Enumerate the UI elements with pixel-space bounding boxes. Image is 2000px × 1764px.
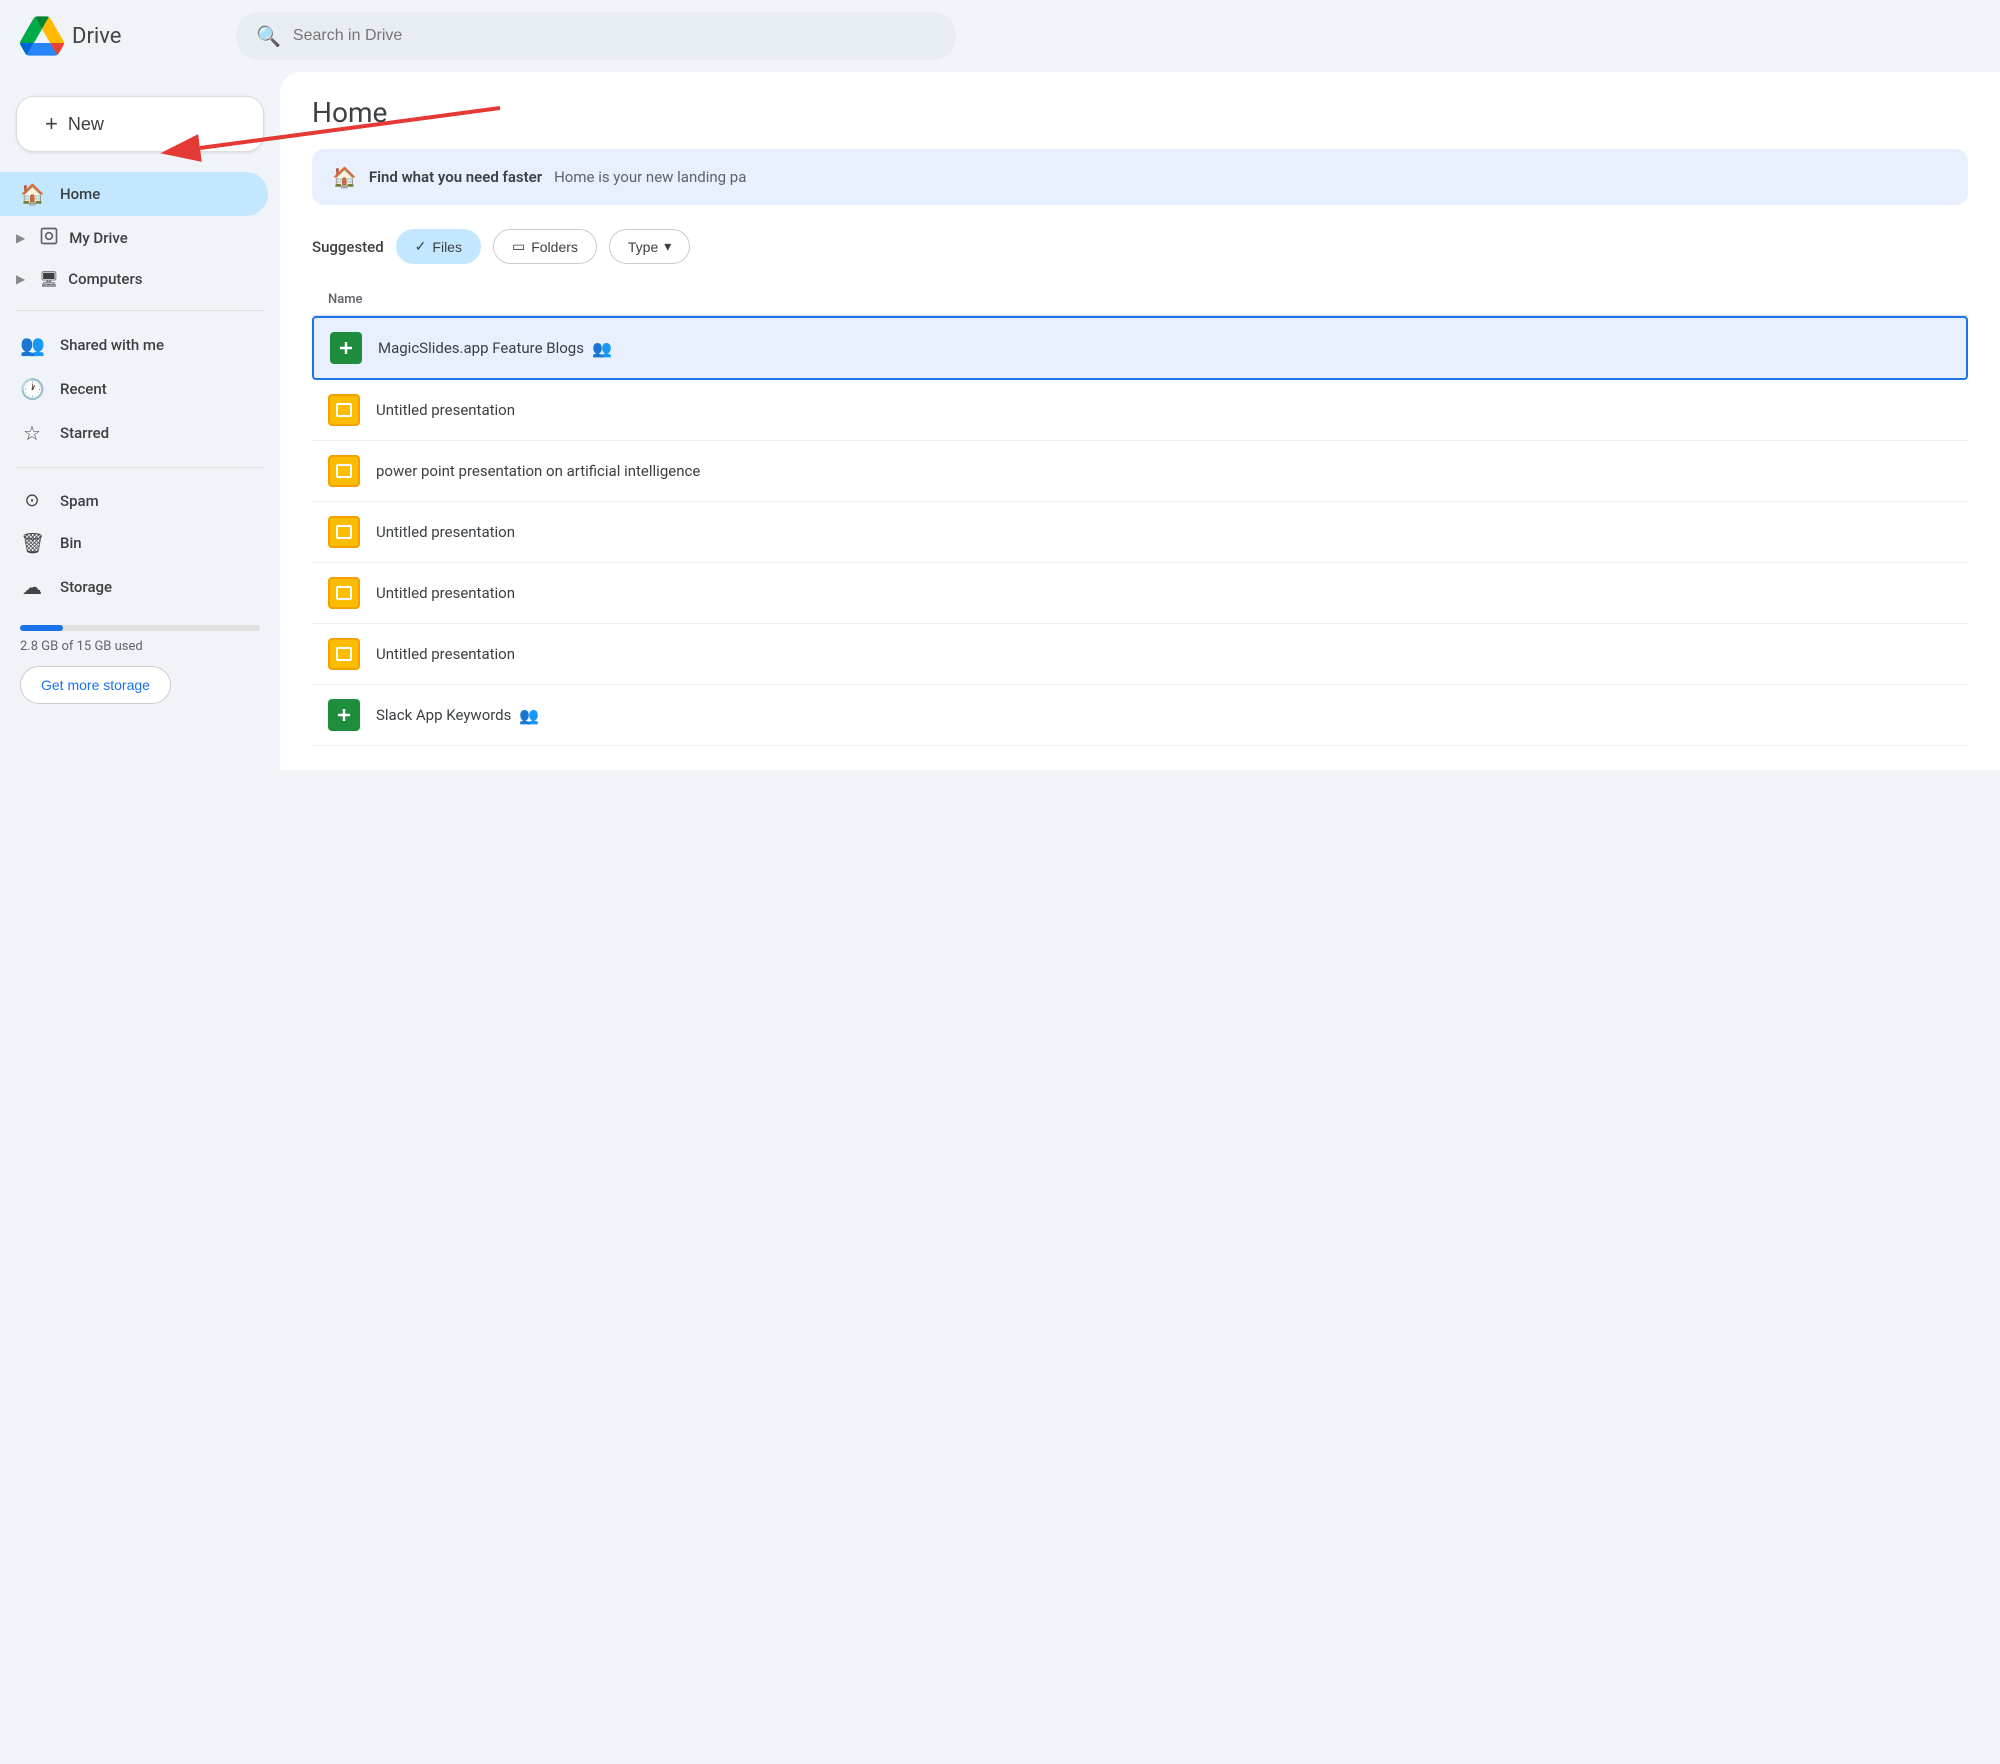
computer-icon: 🖥	[39, 270, 58, 288]
file-icon-green	[330, 332, 362, 364]
sidebar-item-recent[interactable]: 🕐 Recent	[0, 367, 268, 411]
file-name: power point presentation on artificial i…	[376, 462, 700, 480]
sidebar-item-shared-with-me[interactable]: 👥 Shared with me	[0, 323, 268, 367]
file-icon-green	[328, 699, 360, 731]
sidebar-item-computers[interactable]: ▶ 🖥 Computers	[0, 260, 268, 298]
files-table: Name MagicSlides.app Feature Blogs 👥	[312, 284, 1968, 746]
file-icon-yellow	[328, 394, 360, 426]
sidebar-item-storage-label: Storage	[60, 578, 112, 596]
filter-type-button[interactable]: Type ▾	[609, 229, 690, 264]
sidebar-item-home[interactable]: 🏠 Home	[0, 172, 268, 216]
search-bar[interactable]: 🔍	[236, 12, 956, 60]
file-name: Untitled presentation	[376, 401, 515, 419]
arrow-icon: ▶	[16, 231, 25, 245]
sidebar-item-home-label: Home	[60, 185, 100, 203]
home-icon: 🏠	[20, 182, 44, 206]
file-name: Slack App Keywords 👥	[376, 706, 539, 725]
sidebar-divider-1	[16, 310, 264, 311]
shared-icon: 👥	[20, 333, 44, 357]
sidebar-item-recent-label: Recent	[60, 380, 107, 398]
header: Drive 🔍	[0, 0, 2000, 72]
search-input[interactable]	[293, 27, 936, 45]
sidebar: + New 🏠 Home ▶ My Drive	[0, 72, 280, 770]
starred-icon: ☆	[20, 421, 44, 445]
app-title: Drive	[72, 24, 121, 49]
sidebar-item-shared-label: Shared with me	[60, 336, 164, 354]
file-name: MagicSlides.app Feature Blogs 👥	[378, 339, 612, 358]
main-content: Home 🏠 Find what you need faster Home is…	[280, 72, 2000, 770]
table-row[interactable]: Untitled presentation	[312, 380, 1968, 441]
file-name: Untitled presentation	[376, 584, 515, 602]
people-icon: 👥	[592, 339, 612, 358]
table-row[interactable]: Slack App Keywords 👥	[312, 685, 1968, 746]
filter-row: Suggested ✓ Files ▭ Folders Type ▾	[312, 229, 1968, 264]
folder-icon-small: ▭	[512, 238, 525, 255]
sidebar-item-my-drive[interactable]: ▶ My Drive	[0, 216, 268, 260]
sidebar-item-bin[interactable]: 🗑 Bin	[0, 521, 268, 565]
banner-home-icon: 🏠	[332, 165, 357, 189]
storage-icon: ☁	[20, 575, 44, 599]
sidebar-item-storage[interactable]: ☁ Storage	[0, 565, 268, 609]
page-title: Home	[312, 96, 1968, 129]
banner-title: Find what you need faster	[369, 168, 542, 186]
sidebar-item-computers-label: Computers	[68, 270, 142, 288]
search-icon: 🔍	[256, 24, 281, 48]
table-row[interactable]: Untitled presentation	[312, 624, 1968, 685]
get-more-storage-button[interactable]: Get more storage	[20, 666, 171, 704]
google-drive-logo	[20, 14, 64, 58]
filter-folders-button[interactable]: ▭ Folders	[493, 229, 597, 264]
table-row[interactable]: MagicSlides.app Feature Blogs 👥	[312, 316, 1968, 380]
sidebar-item-bin-label: Bin	[60, 534, 82, 552]
file-icon-yellow	[328, 516, 360, 548]
logo-area: Drive	[20, 14, 220, 58]
sidebar-item-spam-label: Spam	[60, 492, 99, 510]
new-button-label: New	[68, 114, 104, 135]
plus-icon: +	[45, 111, 58, 137]
filter-label: Suggested	[312, 238, 384, 256]
filter-files-button[interactable]: ✓ Files	[396, 229, 481, 264]
new-button[interactable]: + New	[16, 96, 264, 152]
sidebar-item-my-drive-label: My Drive	[69, 229, 128, 247]
storage-section: 2.8 GB of 15 GB used Get more storage	[0, 609, 280, 720]
sidebar-item-spam[interactable]: ⊙ Spam	[0, 480, 268, 521]
filter-files-label: Files	[432, 239, 462, 255]
table-row[interactable]: power point presentation on artificial i…	[312, 441, 1968, 502]
sidebar-divider-2	[16, 467, 264, 468]
spam-icon: ⊙	[20, 490, 44, 511]
people-icon: 👥	[519, 706, 539, 725]
storage-bar-container	[20, 625, 260, 631]
checkmark-icon: ✓	[415, 238, 427, 255]
file-icon-yellow	[328, 638, 360, 670]
file-name: Untitled presentation	[376, 645, 515, 663]
file-icon-yellow	[328, 455, 360, 487]
arrow-icon-computers: ▶	[16, 272, 25, 286]
drive-icon	[39, 226, 59, 250]
storage-bar-fill	[20, 625, 63, 631]
recent-icon: 🕐	[20, 377, 44, 401]
storage-used-text: 2.8 GB of 15 GB used	[20, 639, 260, 654]
filter-folders-label: Folders	[531, 239, 578, 255]
chevron-down-icon: ▾	[664, 238, 671, 255]
banner-description: Home is your new landing pa	[554, 168, 746, 186]
table-header: Name	[312, 284, 1968, 316]
table-row[interactable]: Untitled presentation	[312, 563, 1968, 624]
sidebar-item-starred-label: Starred	[60, 424, 109, 442]
file-name: Untitled presentation	[376, 523, 515, 541]
file-icon-yellow	[328, 577, 360, 609]
filter-type-label: Type	[628, 239, 658, 255]
info-banner: 🏠 Find what you need faster Home is your…	[312, 149, 1968, 205]
sidebar-item-starred[interactable]: ☆ Starred	[0, 411, 268, 455]
main-layout: + New 🏠 Home ▶ My Drive	[0, 72, 2000, 770]
table-row[interactable]: Untitled presentation	[312, 502, 1968, 563]
bin-icon: 🗑	[20, 531, 44, 555]
